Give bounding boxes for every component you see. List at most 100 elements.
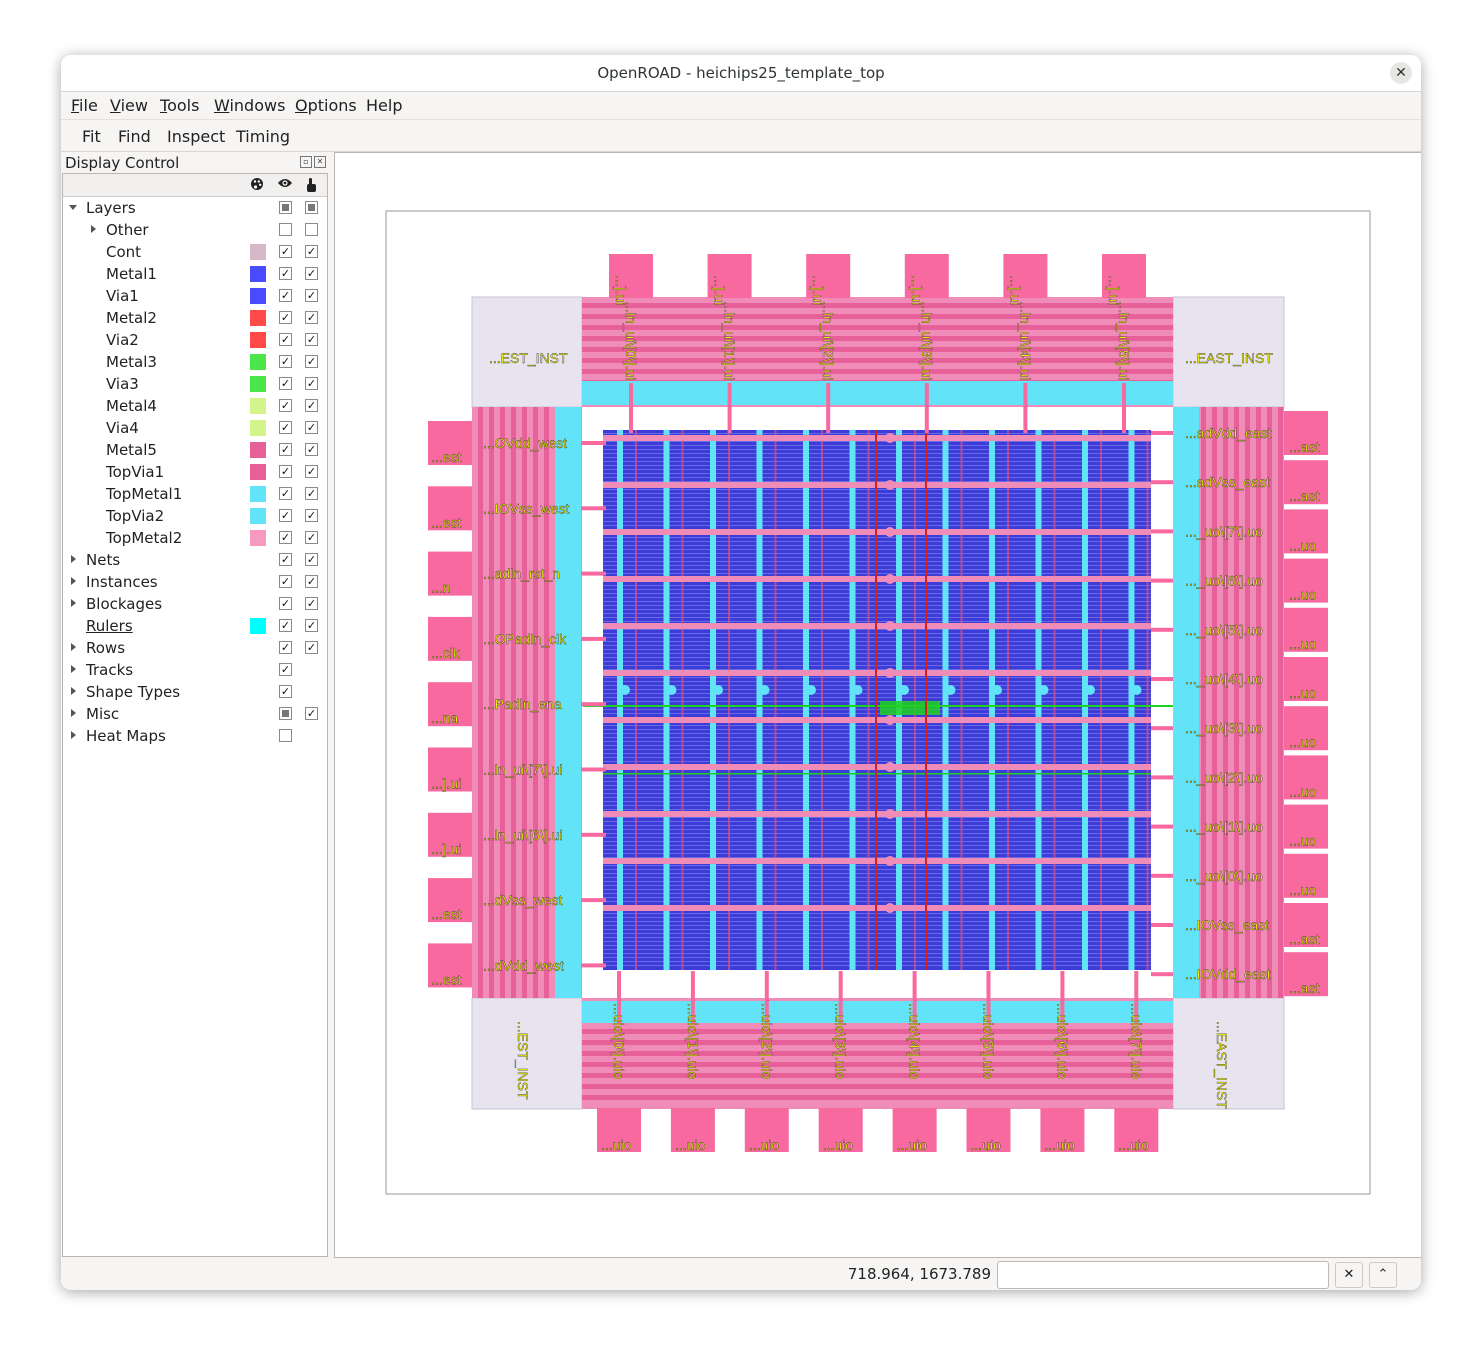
layer-color-swatch[interactable] bbox=[250, 464, 266, 480]
selectable-checkbox[interactable]: ✓ bbox=[305, 377, 318, 390]
selectable-checkbox[interactable]: ✓ bbox=[305, 707, 318, 720]
layer-color-swatch[interactable] bbox=[250, 376, 266, 392]
tree-row-tracks[interactable]: Tracks ✓ bbox=[63, 659, 327, 681]
expand-arrow-right-icon[interactable] bbox=[71, 687, 76, 695]
selectable-checkbox[interactable]: ✓ bbox=[305, 311, 318, 324]
layer-color-swatch[interactable] bbox=[250, 530, 266, 546]
selectable-checkbox[interactable]: ✓ bbox=[305, 421, 318, 434]
visible-checkbox[interactable]: ✓ bbox=[279, 685, 292, 698]
visible-checkbox[interactable]: ✓ bbox=[279, 289, 292, 302]
tree-row-topmetal2[interactable]: TopMetal2 ✓ ✓ bbox=[63, 527, 327, 549]
selectable-checkbox[interactable]: ✓ bbox=[305, 597, 318, 610]
float-dock-icon[interactable]: ▫ bbox=[300, 156, 312, 168]
selectable-checkbox[interactable]: ✓ bbox=[305, 289, 318, 302]
layer-color-swatch[interactable] bbox=[250, 266, 266, 282]
tree-row-rulers[interactable]: Rulers ✓ ✓ bbox=[63, 615, 327, 637]
visible-checkbox[interactable] bbox=[279, 201, 292, 214]
tree-row-topvia1[interactable]: TopVia1 ✓ ✓ bbox=[63, 461, 327, 483]
visible-checkbox[interactable]: ✓ bbox=[279, 333, 292, 346]
menu-windows[interactable]: Windows bbox=[214, 96, 285, 115]
close-window-button[interactable]: ✕ bbox=[1390, 62, 1412, 84]
layer-color-swatch[interactable] bbox=[250, 420, 266, 436]
tree-row-metal4[interactable]: Metal4 ✓ ✓ bbox=[63, 395, 327, 417]
selectable-checkbox[interactable]: ✓ bbox=[305, 465, 318, 478]
menu-tools[interactable]: Tools bbox=[160, 96, 199, 115]
visible-checkbox[interactable]: ✓ bbox=[279, 267, 292, 280]
selectable-checkbox[interactable]: ✓ bbox=[305, 575, 318, 588]
close-dock-icon[interactable]: ✕ bbox=[314, 156, 326, 168]
expand-arrow-down-icon[interactable] bbox=[69, 205, 77, 210]
tree-row-nets[interactable]: Nets ✓ ✓ bbox=[63, 549, 327, 571]
menu-help[interactable]: Help bbox=[366, 96, 402, 115]
menu-file[interactable]: File bbox=[71, 96, 98, 115]
tree-row-via2[interactable]: Via2 ✓ ✓ bbox=[63, 329, 327, 351]
clear-command-button[interactable]: ✕ bbox=[1335, 1262, 1363, 1288]
visible-checkbox[interactable]: ✓ bbox=[279, 663, 292, 676]
selectable-checkbox[interactable]: ✓ bbox=[305, 509, 318, 522]
visible-checkbox[interactable] bbox=[279, 223, 292, 236]
selectable-checkbox[interactable]: ✓ bbox=[305, 245, 318, 258]
visible-checkbox[interactable]: ✓ bbox=[279, 377, 292, 390]
visible-checkbox[interactable]: ✓ bbox=[279, 597, 292, 610]
visible-checkbox[interactable]: ✓ bbox=[279, 509, 292, 522]
visible-checkbox[interactable]: ✓ bbox=[279, 575, 292, 588]
layer-color-swatch[interactable] bbox=[250, 288, 266, 304]
layout-viewer[interactable]: ...].ui ...ln_ui\[0\].ui ...].ui ...ln_ui\[… bbox=[334, 152, 1421, 1258]
tree-row-misc[interactable]: Misc ✓ bbox=[63, 703, 327, 725]
menu-view[interactable]: View bbox=[110, 96, 148, 115]
find-button[interactable]: Find bbox=[118, 127, 151, 146]
expand-arrow-right-icon[interactable] bbox=[71, 665, 76, 673]
visible-checkbox[interactable]: ✓ bbox=[279, 487, 292, 500]
command-input[interactable] bbox=[997, 1261, 1329, 1289]
layout-canvas[interactable]: ...].ui ...ln_ui\[0\].ui ...].ui ...ln_ui\[… bbox=[335, 153, 1421, 1257]
expand-arrow-right-icon[interactable] bbox=[91, 225, 96, 233]
tree-row-instances[interactable]: Instances ✓ ✓ bbox=[63, 571, 327, 593]
layer-color-swatch[interactable] bbox=[250, 486, 266, 502]
layer-color-swatch[interactable] bbox=[250, 310, 266, 326]
tree-row-via3[interactable]: Via3 ✓ ✓ bbox=[63, 373, 327, 395]
visible-checkbox[interactable]: ✓ bbox=[279, 531, 292, 544]
expand-console-button[interactable]: ⌃ bbox=[1369, 1262, 1397, 1288]
expand-arrow-right-icon[interactable] bbox=[71, 709, 76, 717]
tree-row-topmetal1[interactable]: TopMetal1 ✓ ✓ bbox=[63, 483, 327, 505]
tree-row-via1[interactable]: Via1 ✓ ✓ bbox=[63, 285, 327, 307]
visible-checkbox[interactable]: ✓ bbox=[279, 465, 292, 478]
layer-color-swatch[interactable] bbox=[250, 618, 266, 634]
visible-checkbox[interactable]: ✓ bbox=[279, 311, 292, 324]
tree-row-layers[interactable]: Layers bbox=[63, 197, 327, 219]
selectable-checkbox[interactable]: ✓ bbox=[305, 531, 318, 544]
visible-checkbox[interactable]: ✓ bbox=[279, 421, 292, 434]
visible-checkbox[interactable]: ✓ bbox=[279, 399, 292, 412]
selectable-checkbox[interactable]: ✓ bbox=[305, 333, 318, 346]
inspect-button[interactable]: Inspect bbox=[167, 127, 225, 146]
selectable-checkbox[interactable] bbox=[305, 223, 318, 236]
visible-checkbox[interactable] bbox=[279, 729, 292, 742]
tree-row-metal1[interactable]: Metal1 ✓ ✓ bbox=[63, 263, 327, 285]
fit-button[interactable]: Fit bbox=[82, 127, 101, 146]
tree-row-heat-maps[interactable]: Heat Maps bbox=[63, 725, 327, 747]
tree-row-metal3[interactable]: Metal3 ✓ ✓ bbox=[63, 351, 327, 373]
tree-row-metal5[interactable]: Metal5 ✓ ✓ bbox=[63, 439, 327, 461]
layer-color-swatch[interactable] bbox=[250, 244, 266, 260]
layer-color-swatch[interactable] bbox=[250, 354, 266, 370]
visible-checkbox[interactable]: ✓ bbox=[279, 355, 292, 368]
layer-color-swatch[interactable] bbox=[250, 442, 266, 458]
selectable-checkbox[interactable]: ✓ bbox=[305, 553, 318, 566]
visible-checkbox[interactable] bbox=[279, 707, 292, 720]
expand-arrow-right-icon[interactable] bbox=[71, 577, 76, 585]
tree-row-cont[interactable]: Cont ✓ ✓ bbox=[63, 241, 327, 263]
tree-row-rows[interactable]: Rows ✓ ✓ bbox=[63, 637, 327, 659]
tree-row-via4[interactable]: Via4 ✓ ✓ bbox=[63, 417, 327, 439]
timing-button[interactable]: Timing bbox=[236, 127, 290, 146]
layer-color-swatch[interactable] bbox=[250, 398, 266, 414]
tree-row-blockages[interactable]: Blockages ✓ ✓ bbox=[63, 593, 327, 615]
visible-checkbox[interactable]: ✓ bbox=[279, 641, 292, 654]
menu-options[interactable]: Options bbox=[295, 96, 357, 115]
layer-color-swatch[interactable] bbox=[250, 332, 266, 348]
tree-row-metal2[interactable]: Metal2 ✓ ✓ bbox=[63, 307, 327, 329]
expand-arrow-right-icon[interactable] bbox=[71, 643, 76, 651]
expand-arrow-right-icon[interactable] bbox=[71, 599, 76, 607]
expand-arrow-right-icon[interactable] bbox=[71, 555, 76, 563]
selectable-checkbox[interactable]: ✓ bbox=[305, 355, 318, 368]
selectable-checkbox[interactable]: ✓ bbox=[305, 619, 318, 632]
